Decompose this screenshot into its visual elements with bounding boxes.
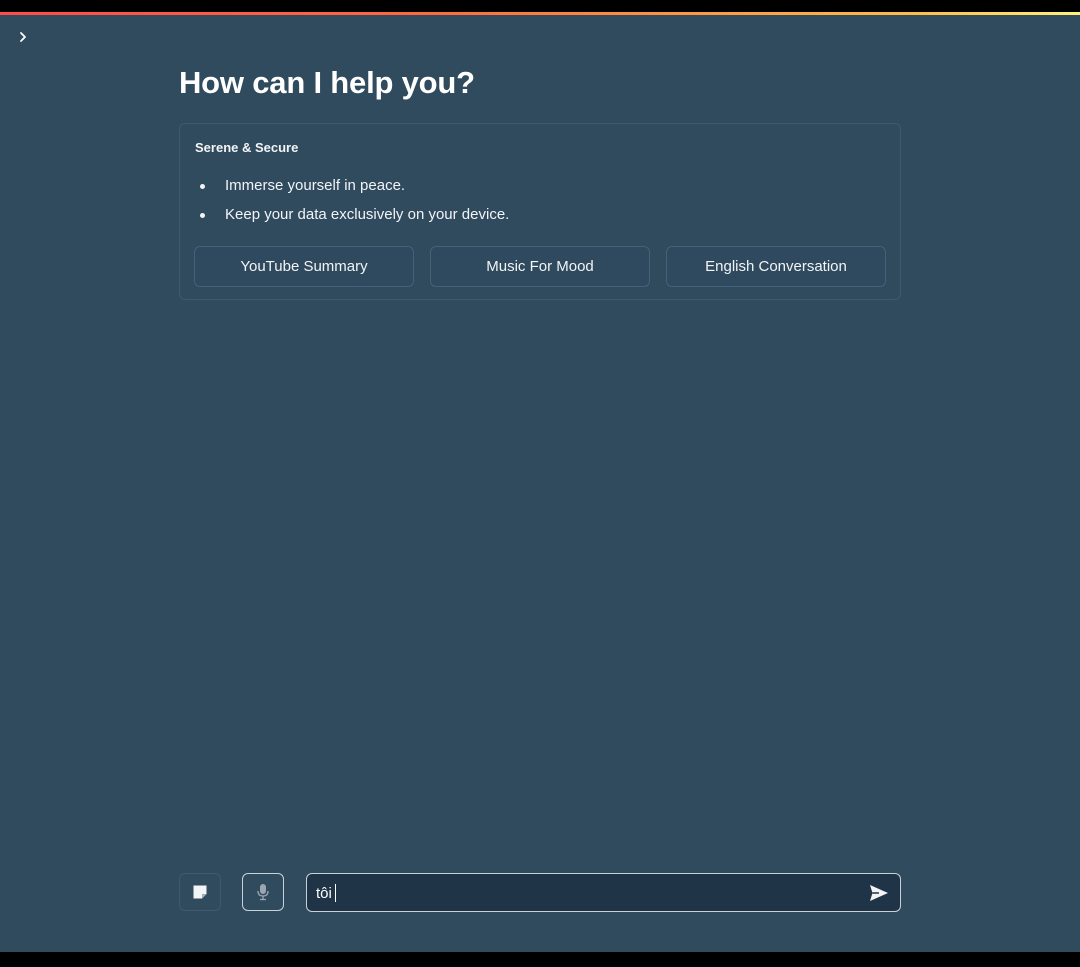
microphone-button[interactable] [242,873,284,911]
chat-input[interactable]: tôi [306,873,901,912]
page-title: How can I help you? [179,65,475,100]
upload-button[interactable] [179,873,221,911]
english-conversation-button[interactable]: English Conversation [666,246,886,287]
list-item: Immerse yourself in peace. [195,176,509,205]
list-item: Keep your data exclusively on your devic… [195,205,509,234]
feature-list: Immerse yourself in peace. Keep your dat… [195,176,509,234]
microphone-icon [257,884,269,901]
music-for-mood-button[interactable]: Music For Mood [430,246,650,287]
card-heading: Serene & Secure [195,140,299,155]
sidebar-toggle-button[interactable] [12,25,34,49]
send-arrow-icon [870,885,888,901]
top-black-bar [0,0,1080,12]
chat-input-text-container: tôi [316,884,336,902]
chevron-right-icon [20,32,26,42]
intro-card: Serene & Secure Immerse yourself in peac… [179,123,901,300]
text-caret [334,884,336,902]
bottom-black-bar [0,952,1080,967]
app-container: How can I help you? Serene & Secure Imme… [0,15,1080,952]
chat-input-value: tôi [316,884,332,902]
send-button[interactable] [868,883,890,903]
youtube-summary-button[interactable]: YouTube Summary [194,246,414,287]
note-icon [193,885,207,899]
